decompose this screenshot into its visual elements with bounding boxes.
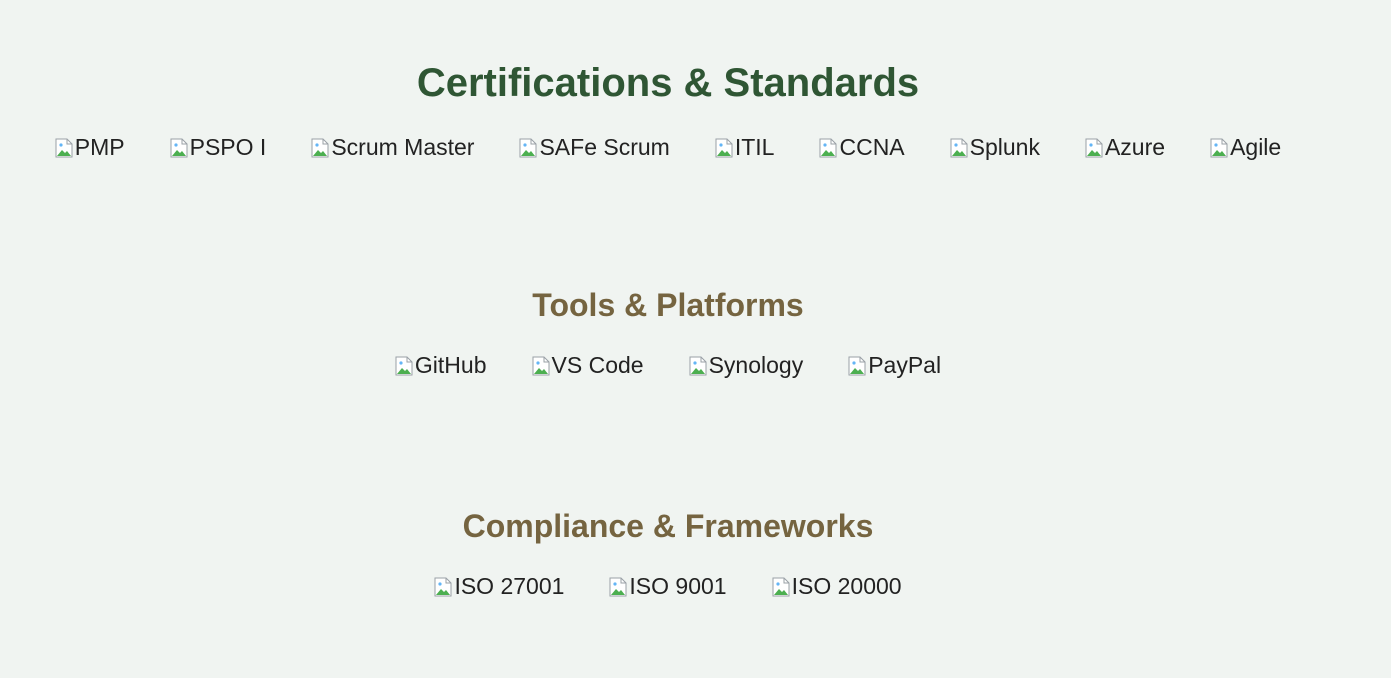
broken-image-icon (434, 577, 452, 597)
logo-itil: ITIL (715, 134, 775, 160)
broken-image-icon (532, 356, 550, 376)
logo-alt-text: CCNA (839, 134, 905, 160)
broken-image-icon (1085, 138, 1103, 158)
broken-image-icon (1210, 138, 1228, 158)
logo-splunk: Splunk (950, 136, 1040, 159)
certifications-heading: Certifications & Standards (416, 61, 920, 105)
logo-alt-text: Agile (1230, 134, 1282, 160)
logo-alt-text: SAFe Scrum (539, 134, 670, 160)
logo-github: GitHub (395, 351, 487, 378)
logo-pmp: PMP (55, 136, 125, 159)
broken-image-icon (519, 138, 537, 158)
broken-image-icon (609, 577, 627, 597)
logo-alt-text: Azure (1104, 134, 1166, 160)
broken-image-icon (848, 356, 866, 376)
broken-image-icon (395, 356, 413, 376)
broken-image-icon (689, 356, 707, 376)
logo-alt-text: ISO 20000 (791, 572, 902, 599)
logo-iso-9001: ISO 9001 (609, 572, 727, 599)
logo-alt-text: GitHub (414, 351, 487, 378)
compliance-logo-row: ISO 27001 ISO 9001 ISO 20000 (0, 572, 1336, 599)
logo-agile: Agile (1210, 136, 1281, 159)
logo-iso-27001: ISO 27001 (434, 572, 565, 599)
broken-image-icon (311, 138, 329, 158)
logo-alt-text: ISO 9001 (629, 572, 727, 599)
logo-alt-text: PayPal (868, 351, 942, 378)
logo-azure: Azure (1085, 136, 1165, 159)
page: Certifications & Standards PMP PSPO I Scru… (0, 0, 1391, 678)
logo-vs-code: VS Code (532, 351, 644, 378)
logo-paypal: PayPal (848, 351, 942, 378)
tools-logo-row: GitHub VS Code Synology PayPal (0, 351, 1336, 378)
logo-alt-text: ITIL (734, 134, 775, 160)
logo-alt-text: ISO 27001 (454, 572, 565, 599)
logo-alt-text: Scrum Master (331, 134, 475, 160)
compliance-heading: Compliance & Frameworks (462, 508, 874, 544)
broken-image-icon (772, 577, 790, 597)
broken-image-icon (950, 138, 968, 158)
logo-scrum-master: Scrum Master (311, 136, 474, 159)
logo-alt-text: PMP (74, 134, 125, 160)
logo-alt-text: PSPO I (189, 134, 267, 160)
logo-alt-text: Splunk (969, 134, 1040, 160)
broken-image-icon (170, 138, 188, 158)
compliance-section: Compliance & Frameworks ISO 27001 ISO 900… (0, 508, 1336, 598)
certifications-section: Certifications & Standards PMP PSPO I Scru… (0, 60, 1336, 159)
broken-image-icon (55, 138, 73, 158)
logo-ccna: CCNA (819, 134, 905, 160)
broken-image-icon (819, 138, 837, 158)
logo-iso-20000: ISO 20000 (772, 572, 902, 599)
certifications-logo-row: PMP PSPO I Scrum Master SAFe Scrum ITIL CCNA S… (0, 136, 1336, 159)
logo-safe-scrum: SAFe Scrum (519, 134, 670, 160)
logo-pspo-i: PSPO I (170, 134, 267, 160)
logo-alt-text: VS Code (551, 351, 644, 378)
logo-alt-text: Synology (708, 351, 804, 378)
broken-image-icon (715, 138, 733, 158)
tools-heading: Tools & Platforms (532, 287, 804, 323)
tools-section: Tools & Platforms GitHub VS Code Synology P… (0, 287, 1336, 377)
logo-synology: Synology (689, 351, 804, 378)
